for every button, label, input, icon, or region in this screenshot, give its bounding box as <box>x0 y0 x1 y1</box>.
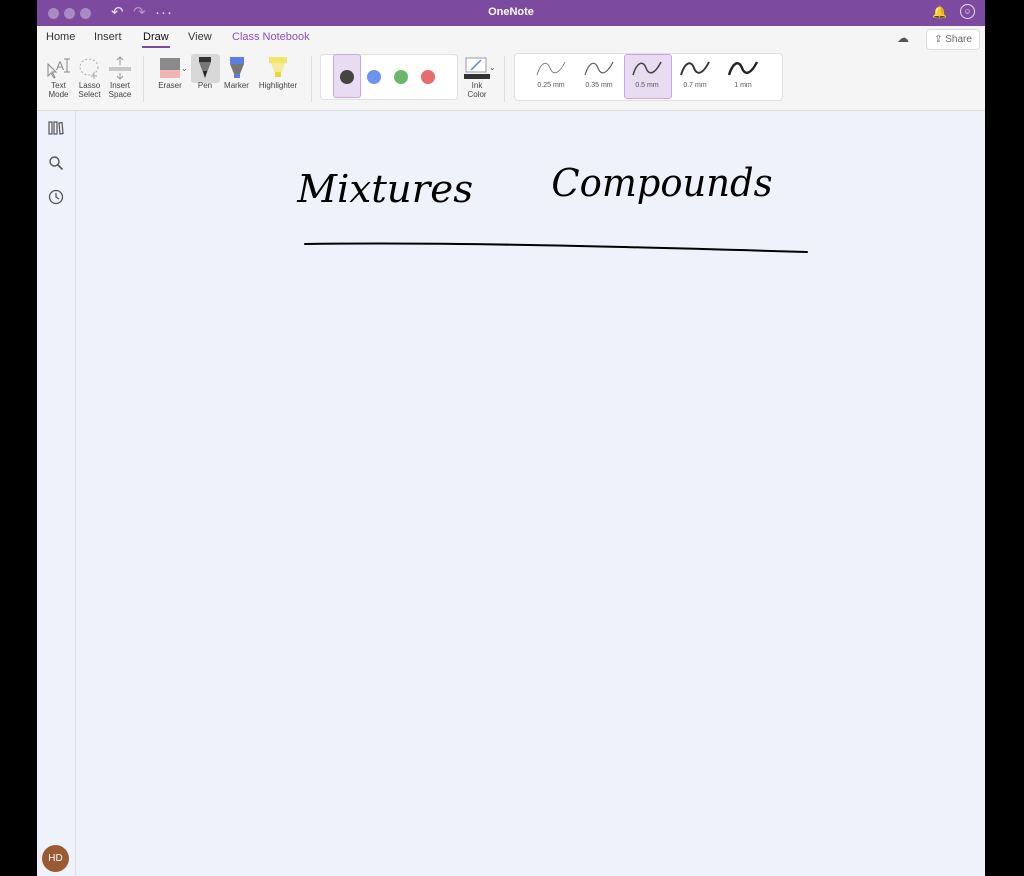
lasso-label-2: Select <box>78 90 101 99</box>
insert-space-label-1: Insert <box>109 81 130 90</box>
thickness-wave-icon <box>624 56 670 82</box>
ribbon-divider <box>143 56 144 102</box>
ink-color-button[interactable]: Ink Color <box>459 55 495 99</box>
thickness-label: 1 mm <box>734 82 752 89</box>
ink-color-chevron-down-icon[interactable]: ⌄ <box>489 63 496 72</box>
note-canvas[interactable]: Mixtures Compounds <box>76 111 985 876</box>
eraser-chevron-down-icon[interactable]: ⌄ <box>181 64 188 73</box>
pen-label: Pen <box>197 81 213 90</box>
search-icon[interactable] <box>47 154 65 172</box>
text-mode-button[interactable]: A Text Mode <box>42 55 75 99</box>
color-swatch-blue[interactable] <box>367 70 381 84</box>
pen-icon <box>190 55 220 81</box>
thickness-option-0-25mm[interactable]: 0.25 mm <box>528 56 574 90</box>
tab-insert[interactable]: Insert <box>94 31 122 43</box>
svg-text:A: A <box>56 59 64 73</box>
text-mode-icon: A <box>42 55 75 81</box>
onenote-window: ↶ ↷ ··· OneNote 🔔 ☺ Home Insert Draw Vie… <box>37 0 985 876</box>
thickness-wave-icon <box>720 56 766 82</box>
tab-draw[interactable]: Draw <box>143 31 169 43</box>
thickness-option-0-5mm[interactable]: 0.5 mm <box>624 56 670 90</box>
lasso-label-1: Lasso <box>78 81 101 90</box>
share-label: Share <box>945 34 972 45</box>
thickness-option-0-35mm[interactable]: 0.35 mm <box>576 56 622 90</box>
share-button[interactable]: ⇪ Share <box>926 29 980 50</box>
highlighter-button[interactable]: Highlighter <box>253 55 303 90</box>
recent-clock-icon[interactable] <box>47 188 65 206</box>
feedback-smiley-icon[interactable]: ☺ <box>960 4 975 19</box>
sync-cloud-icon[interactable]: ☁ <box>897 31 909 45</box>
thickness-label: 0.5 mm <box>635 82 659 89</box>
ink-strokes-layer <box>304 242 808 253</box>
thickness-option-0-7mm[interactable]: 0.7 mm <box>672 56 718 90</box>
thickness-label: 0.25 mm <box>537 82 565 89</box>
handwritten-underline-stroke <box>304 242 808 253</box>
highlighter-label: Highlighter <box>258 81 298 90</box>
text-mode-label-1: Text <box>51 81 66 90</box>
insert-space-button[interactable]: Insert Space <box>103 55 137 99</box>
ribbon-divider <box>311 56 312 102</box>
app-title: OneNote <box>488 6 534 18</box>
left-navigation-rail: HD <box>37 111 76 876</box>
thickness-label: 0.35 mm <box>585 82 613 89</box>
notebooks-icon[interactable] <box>47 119 65 137</box>
ink-color-label-2: Color <box>467 90 487 99</box>
title-bar: ↶ ↷ ··· OneNote 🔔 ☺ <box>37 0 985 26</box>
thickness-wave-icon <box>672 56 718 82</box>
marker-button[interactable]: Marker <box>221 55 252 90</box>
tab-view[interactable]: View <box>188 31 212 43</box>
insert-space-icon <box>103 55 137 81</box>
lasso-icon <box>73 55 106 81</box>
marker-icon <box>221 55 252 81</box>
pen-button[interactable]: Pen <box>190 55 220 90</box>
marker-label: Marker <box>224 81 249 90</box>
user-avatar[interactable]: HD <box>42 845 69 872</box>
ribbon-divider <box>504 56 505 102</box>
ink-color-label-1: Ink <box>471 81 483 90</box>
color-swatch-red[interactable] <box>421 70 435 84</box>
insert-space-label-2: Space <box>108 90 132 99</box>
eraser-label: Eraser <box>158 81 182 90</box>
lasso-select-button[interactable]: Lasso Select <box>73 55 106 99</box>
share-icon: ⇪ <box>934 34 943 45</box>
thickness-wave-icon <box>528 56 574 82</box>
color-swatch-green[interactable] <box>394 70 408 84</box>
tab-class-notebook[interactable]: Class Notebook <box>232 31 310 43</box>
thickness-label: 0.7 mm <box>683 82 707 89</box>
highlighter-icon <box>253 55 303 81</box>
thickness-wave-icon <box>576 56 622 82</box>
text-mode-label-2: Mode <box>48 90 69 99</box>
ribbon: Home Insert Draw View Class Notebook ☁ ⇪… <box>37 26 985 111</box>
notification-bell-icon[interactable]: 🔔 <box>932 5 947 19</box>
thickness-option-1mm[interactable]: 1 mm <box>720 56 766 90</box>
tab-home[interactable]: Home <box>46 31 75 43</box>
active-tab-indicator <box>142 46 170 48</box>
color-swatch-black[interactable] <box>340 70 354 84</box>
